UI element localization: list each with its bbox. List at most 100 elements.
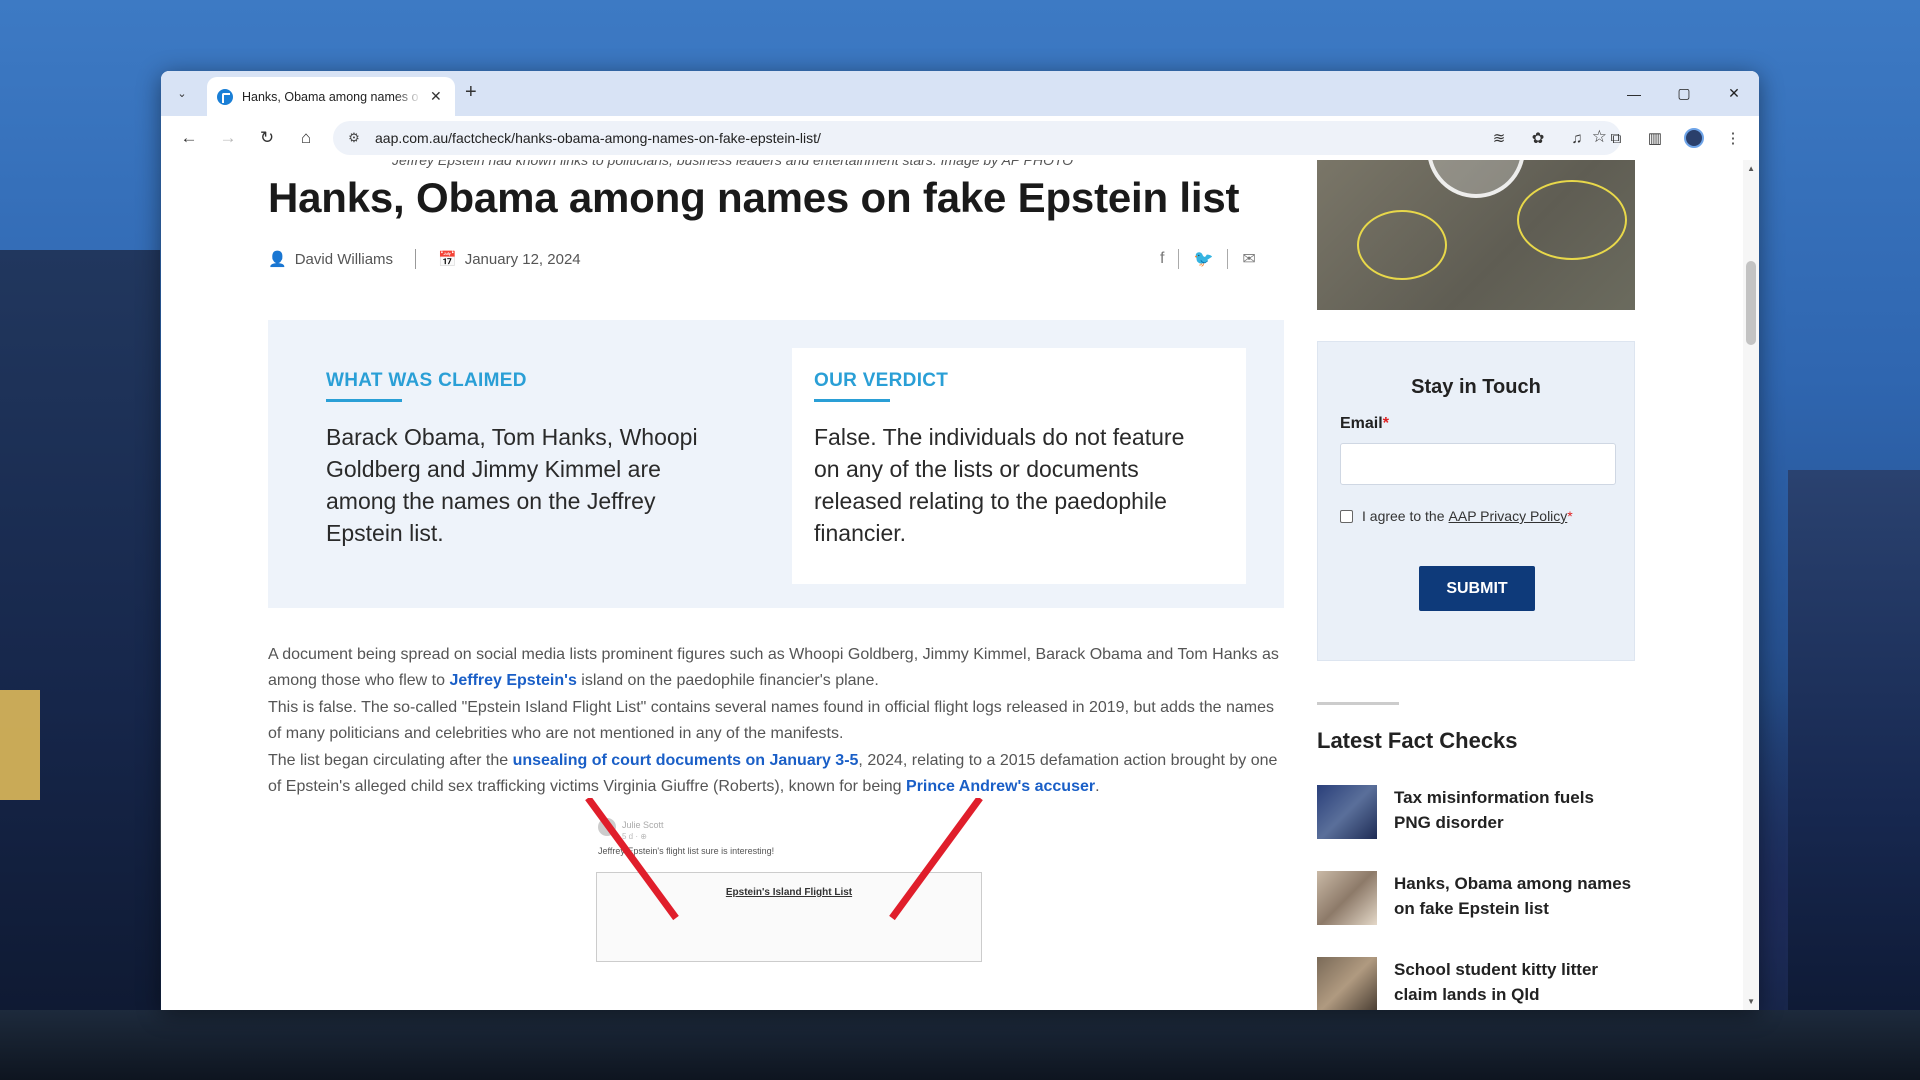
puzzle-extensions-icon[interactable]: ⧉ bbox=[1600, 122, 1632, 154]
page-viewport: Jeffrey Epstein had known links to polit… bbox=[161, 160, 1759, 1010]
jeffrey-epstein-link[interactable]: Jeffrey Epstein's bbox=[449, 672, 576, 689]
red-cross-line-right bbox=[889, 798, 983, 921]
layers-extension-icon[interactable]: ≋ bbox=[1483, 122, 1515, 154]
verdict-text: False. The individuals do not feature on… bbox=[814, 424, 1185, 546]
fact-check-item[interactable]: Tax misinformation fuels PNG disorder bbox=[1317, 785, 1635, 845]
scroll-down-arrow-icon[interactable]: ▼ bbox=[1747, 997, 1755, 1006]
tab-close-icon[interactable]: ✕ bbox=[430, 88, 442, 105]
claim-heading: WHAT WAS CLAIMED bbox=[326, 370, 527, 391]
newsletter-title: Stay in Touch bbox=[1411, 376, 1541, 398]
article-paragraph-1: A document being spread on social media … bbox=[268, 642, 1288, 694]
latest-fact-checks-heading: Latest Fact Checks bbox=[1317, 728, 1518, 753]
tab-search-button[interactable]: ⌄ bbox=[169, 80, 195, 106]
court-documents-link[interactable]: unsealing of court documents on January … bbox=[513, 752, 859, 769]
facebook-icon[interactable]: f bbox=[1160, 250, 1164, 268]
fact-check-thumbnail[interactable] bbox=[1317, 957, 1377, 1010]
email-label: Email* bbox=[1340, 415, 1389, 433]
url-text[interactable]: aap.com.au/factcheck/hanks-obama-among-n… bbox=[375, 130, 821, 146]
tab-bar: ⌄ Hanks, Obama among names o ✕ + — ▢ ✕ bbox=[161, 71, 1759, 116]
email-field[interactable] bbox=[1340, 443, 1616, 485]
window-controls: — ▢ ✕ bbox=[1609, 71, 1759, 116]
fact-check-thumbnail[interactable] bbox=[1317, 785, 1377, 839]
image-caption: Jeffrey Epstein had known links to polit… bbox=[392, 160, 1074, 168]
fact-check-thumbnail[interactable] bbox=[1317, 871, 1377, 925]
required-mark: * bbox=[1382, 415, 1389, 432]
scrollbar-thumb[interactable] bbox=[1746, 261, 1756, 345]
fact-check-item[interactable]: Hanks, Obama among names on fake Epstein… bbox=[1317, 871, 1635, 931]
privacy-policy-link[interactable]: AAP Privacy Policy bbox=[1449, 508, 1568, 524]
video-annotation-circle bbox=[1357, 210, 1447, 280]
article-title: Hanks, Obama among names on fake Epstein… bbox=[268, 174, 1240, 221]
scroll-up-arrow-icon[interactable]: ▲ bbox=[1747, 164, 1755, 173]
fact-check-title[interactable]: Hanks, Obama among names on fake Epstein… bbox=[1394, 871, 1634, 921]
new-tab-button[interactable]: + bbox=[465, 81, 477, 104]
publish-date: January 12, 2024 bbox=[464, 250, 581, 268]
calendar-icon: 📅 bbox=[438, 251, 457, 268]
video-play-icon[interactable] bbox=[1427, 160, 1525, 198]
verdict-underline bbox=[814, 399, 890, 402]
aap-favicon-icon bbox=[217, 88, 233, 105]
headphones-extension-icon[interactable]: ♫ bbox=[1561, 122, 1593, 154]
sidebar-divider bbox=[1317, 702, 1399, 705]
verdict-column: OUR VERDICT False. The individuals do no… bbox=[792, 348, 1246, 584]
paragraph-text: . bbox=[1095, 778, 1100, 795]
back-arrow-icon[interactable]: ← bbox=[173, 122, 205, 154]
article-paragraph-2: This is false. The so-called "Epstein Is… bbox=[268, 699, 1274, 742]
email-label-text: Email bbox=[1340, 415, 1383, 432]
author-user-icon: 👤 bbox=[268, 251, 287, 268]
wallpaper-window-glow bbox=[0, 690, 40, 800]
wallpaper-house-right bbox=[1788, 470, 1920, 1030]
profile-avatar-icon[interactable] bbox=[1678, 122, 1710, 154]
share-divider bbox=[1227, 249, 1229, 269]
article-meta: 👤 David Williams 📅 January 12, 2024 bbox=[268, 249, 581, 269]
site-info-icon[interactable]: ⚙ bbox=[337, 130, 371, 146]
menu-kebab-icon[interactable]: ⋮ bbox=[1717, 122, 1749, 154]
minimize-button[interactable]: — bbox=[1609, 71, 1659, 116]
home-icon[interactable]: ⌂ bbox=[290, 122, 322, 154]
browser-window: ⌄ Hanks, Obama among names o ✕ + — ▢ ✕ ←… bbox=[161, 71, 1759, 1010]
prince-andrew-accuser-link[interactable]: Prince Andrew's accuser bbox=[906, 778, 1095, 795]
fact-check-title[interactable]: School student kitty litter claim lands … bbox=[1394, 957, 1634, 1007]
wallpaper-house-left bbox=[0, 250, 160, 1010]
share-buttons: f 🐦 ✉ bbox=[1160, 249, 1256, 269]
meta-divider bbox=[415, 249, 417, 269]
author-name[interactable]: David Williams bbox=[295, 251, 393, 268]
submit-button[interactable]: SUBMIT bbox=[1419, 566, 1535, 611]
wallpaper-ground bbox=[0, 1010, 1920, 1080]
claim-column: WHAT WAS CLAIMED Barack Obama, Tom Hanks… bbox=[268, 348, 722, 584]
maximize-button[interactable]: ▢ bbox=[1659, 71, 1709, 116]
page-scrollbar[interactable]: ▲ ▼ bbox=[1743, 160, 1759, 1010]
newsletter-signup: Stay in Touch Email* I agree to the AAP … bbox=[1317, 341, 1635, 661]
active-tab[interactable]: Hanks, Obama among names o ✕ bbox=[207, 77, 455, 116]
email-icon[interactable]: ✉ bbox=[1242, 249, 1255, 269]
paragraph-text: The list began circulating after the bbox=[268, 752, 513, 769]
address-bar[interactable]: ⚙ aap.com.au/factcheck/hanks-obama-among… bbox=[333, 121, 1621, 155]
privacy-checkbox[interactable] bbox=[1340, 509, 1353, 523]
browser-toolbar: ← → ↻ ⌂ ⚙ aap.com.au/factcheck/hanks-oba… bbox=[161, 116, 1759, 160]
fact-check-item[interactable]: School student kitty litter claim lands … bbox=[1317, 957, 1635, 1010]
red-cross-line-left bbox=[585, 798, 679, 921]
embedded-social-post-image: Julie Scott 5 d · ⊕ Jeffrey Epstein's fl… bbox=[584, 798, 984, 1010]
tab-title: Hanks, Obama among names o bbox=[242, 89, 419, 104]
claim-text: Barack Obama, Tom Hanks, Whoopi Goldberg… bbox=[326, 424, 698, 546]
article-paragraph-3: The list began circulating after the uns… bbox=[268, 748, 1288, 800]
claim-verdict-box: WHAT WAS CLAIMED Barack Obama, Tom Hanks… bbox=[268, 320, 1284, 608]
video-annotation-circle bbox=[1517, 180, 1627, 260]
red-cross-overlay bbox=[585, 798, 983, 921]
flower-extension-icon[interactable]: ✿ bbox=[1522, 122, 1554, 154]
side-panel-icon[interactable]: ▥ bbox=[1639, 122, 1671, 154]
claim-underline bbox=[326, 399, 402, 402]
video-thumbnail[interactable] bbox=[1317, 160, 1635, 310]
verdict-heading: OUR VERDICT bbox=[814, 370, 949, 391]
paragraph-text: island on the paedophile financier's pla… bbox=[576, 672, 879, 689]
share-divider bbox=[1178, 249, 1180, 269]
forward-arrow-icon[interactable]: → bbox=[212, 122, 244, 154]
agree-text: I agree to the bbox=[1362, 508, 1445, 524]
privacy-agree: I agree to the AAP Privacy Policy * bbox=[1340, 508, 1573, 524]
twitter-icon[interactable]: 🐦 bbox=[1193, 249, 1213, 269]
reload-icon[interactable]: ↻ bbox=[251, 122, 283, 154]
required-mark: * bbox=[1567, 508, 1573, 524]
extension-icons: ≋ ✿ ♫ ⧉ ▥ ⋮ bbox=[1476, 122, 1749, 154]
fact-check-title[interactable]: Tax misinformation fuels PNG disorder bbox=[1394, 785, 1634, 835]
close-window-button[interactable]: ✕ bbox=[1709, 71, 1759, 116]
